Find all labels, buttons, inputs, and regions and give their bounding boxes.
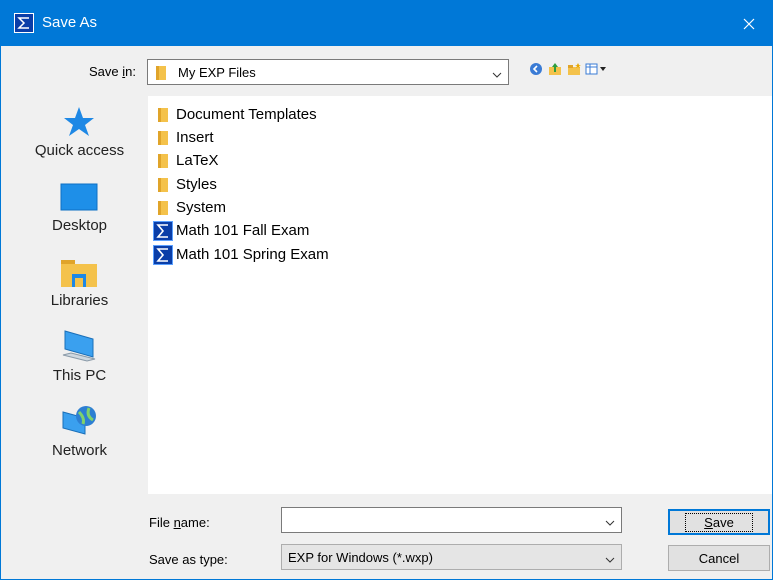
save-in-value: My EXP Files	[178, 65, 256, 80]
new-folder-button[interactable]	[566, 61, 582, 77]
up-folder-icon	[549, 63, 561, 75]
file-item-label: Math 101 Fall Exam	[176, 222, 310, 239]
place-label: Network	[51, 442, 107, 459]
file-name-input[interactable]	[281, 507, 622, 533]
file-name-label-prefix: File	[149, 515, 174, 530]
desktop-icon	[59, 179, 99, 215]
save-as-type-label: Save as type:	[149, 552, 228, 567]
place-libraries[interactable]: Libraries	[12, 246, 147, 314]
save-in-dropdown[interactable]: My EXP Files	[147, 59, 509, 85]
title-bar[interactable]: Save As	[1, 1, 772, 46]
libraries-icon	[59, 254, 99, 290]
file-item-label: Styles	[176, 176, 217, 193]
place-label: Desktop	[51, 217, 108, 234]
chevron-down-icon	[605, 552, 615, 567]
sigma-document-icon	[153, 221, 173, 241]
save-button[interactable]: Save	[668, 509, 770, 535]
list-item[interactable]: Insert	[153, 127, 214, 149]
file-name-label: File name:	[149, 515, 210, 531]
file-item-label: System	[176, 199, 227, 216]
save-button-rest: ave	[712, 514, 734, 530]
folder-icon	[155, 65, 167, 84]
view-menu-icon	[585, 63, 606, 75]
place-desktop[interactable]: Desktop	[12, 171, 147, 239]
file-item-label: Insert	[176, 129, 214, 146]
computer-icon	[59, 329, 99, 365]
sigma-app-icon	[14, 13, 34, 33]
place-label: This PC	[52, 367, 107, 384]
place-label: Quick access	[34, 142, 125, 159]
chevron-down-icon	[492, 67, 502, 82]
folder-icon	[153, 151, 173, 171]
navigation-toolbar	[528, 60, 607, 78]
list-item[interactable]: Math 101 Spring Exam	[153, 244, 329, 266]
save-button-label: Save	[685, 512, 753, 532]
place-this-pc[interactable]: This PC	[12, 321, 147, 389]
view-menu-button[interactable]	[585, 61, 607, 77]
file-name-label-hotkey: n	[173, 515, 181, 530]
folder-icon	[153, 105, 173, 125]
close-icon	[743, 18, 755, 29]
file-item-label: Document Templates	[176, 106, 317, 123]
folder-icon	[153, 175, 173, 195]
list-item[interactable]: Document Templates	[153, 104, 317, 126]
file-item-label: Math 101 Spring Exam	[176, 246, 329, 263]
save-as-dialog: Save As Save in: My EXP Files Quick acce…	[0, 0, 773, 580]
sigma-document-icon	[153, 245, 173, 265]
folder-icon	[153, 198, 173, 218]
list-item[interactable]: LaTeX	[153, 150, 219, 172]
up-folder-button[interactable]	[547, 61, 563, 77]
save-in-label-suffix: n:	[125, 64, 136, 79]
new-folder-icon	[568, 63, 581, 75]
place-label: Libraries	[50, 292, 109, 309]
save-as-type-dropdown[interactable]: EXP for Windows (*.wxp)	[281, 544, 622, 570]
list-item[interactable]: Math 101 Fall Exam	[153, 220, 309, 242]
save-as-type-value: EXP for Windows (*.wxp)	[288, 550, 433, 565]
network-icon	[59, 404, 99, 440]
save-button-hotkey: S	[704, 514, 713, 530]
list-item[interactable]: System	[153, 197, 226, 219]
places-bar: Quick access Desktop Libraries This PC N…	[12, 96, 147, 496]
star-icon	[59, 104, 99, 140]
window-title: Save As	[42, 14, 98, 31]
list-item[interactable]: Styles	[153, 174, 217, 196]
cancel-button[interactable]: Cancel	[668, 545, 770, 571]
close-button[interactable]	[726, 1, 772, 46]
save-in-label: Save in:	[89, 64, 136, 80]
file-list[interactable]: Document Templates Insert LaTeX Styles S…	[148, 96, 772, 494]
place-quick-access[interactable]: Quick access	[12, 96, 147, 164]
back-icon	[530, 63, 542, 75]
chevron-down-icon[interactable]	[605, 515, 615, 530]
save-in-label-prefix: Save	[89, 64, 123, 79]
file-item-label: LaTeX	[176, 152, 219, 169]
file-name-label-suffix: ame:	[180, 515, 210, 530]
place-network[interactable]: Network	[12, 396, 147, 464]
folder-icon	[153, 128, 173, 148]
back-button[interactable]	[528, 61, 544, 77]
